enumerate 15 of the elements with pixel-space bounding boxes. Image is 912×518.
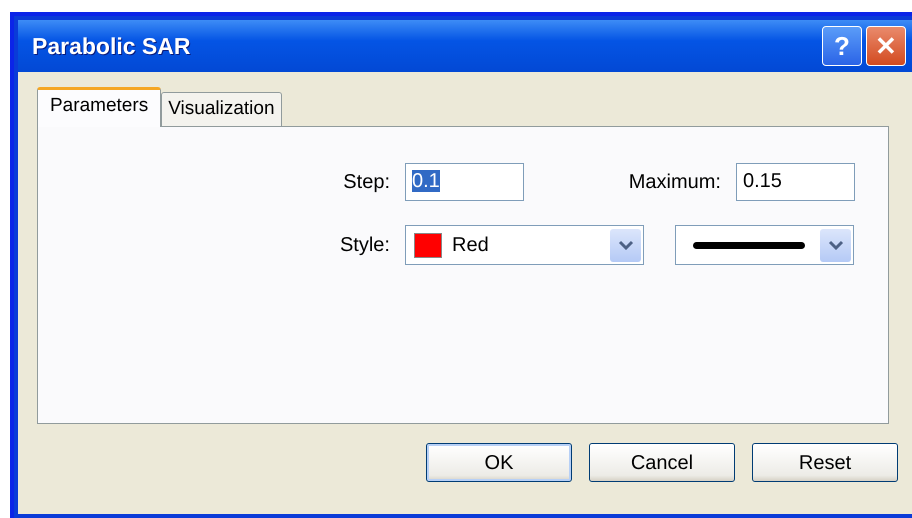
tab[interactable]: Visualization [161, 92, 282, 126]
tab[interactable]: Parameters [37, 87, 162, 127]
dropdown-value: Red [452, 233, 489, 258]
input-field[interactable]: 0.1 [405, 163, 524, 201]
field-label: Step: [342, 170, 391, 195]
help-button[interactable]: ? [822, 26, 862, 66]
color-dropdown[interactable]: Red [405, 225, 644, 265]
window-title: Parabolic SAR [32, 32, 192, 61]
field-label: Style: [338, 233, 391, 258]
dialog-button[interactable]: Cancel [589, 443, 735, 482]
field-label: Maximum: [628, 170, 722, 195]
dialog-button[interactable]: Reset [752, 443, 898, 482]
dialog-button[interactable]: OK [426, 443, 572, 482]
input-field[interactable]: 0.15 [736, 163, 855, 201]
line-style-dropdown[interactable] [675, 225, 854, 265]
